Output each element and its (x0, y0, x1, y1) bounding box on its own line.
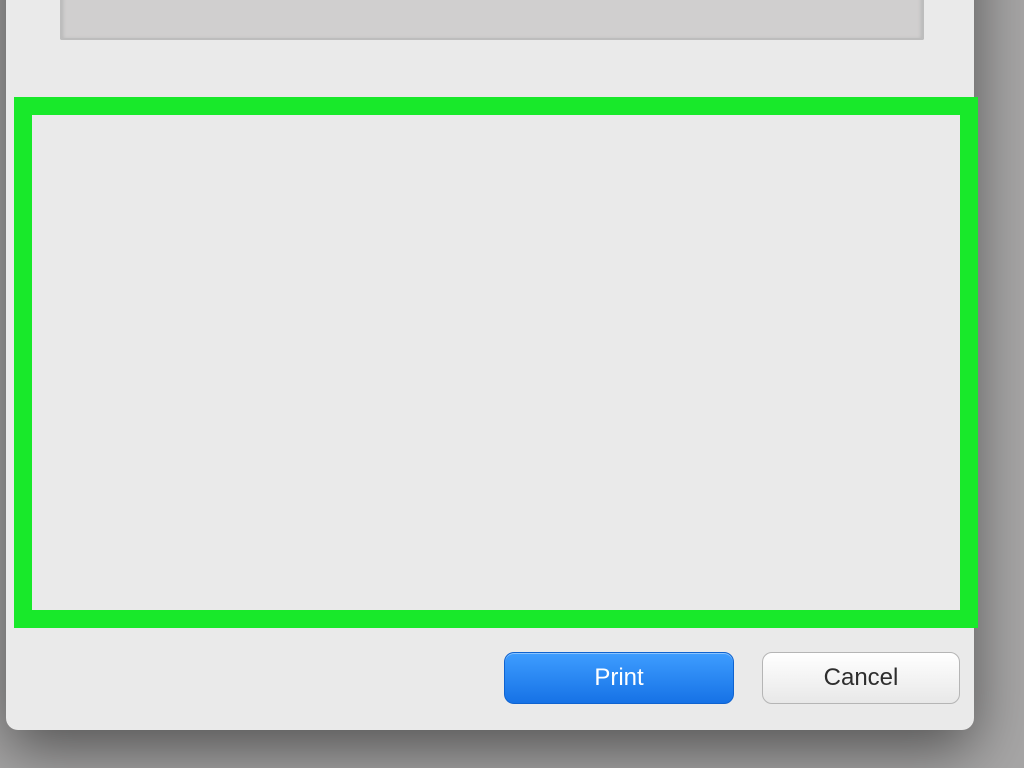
print-button[interactable]: Print (504, 652, 734, 704)
collate-stack-2: 1 2 3 (784, 301, 864, 359)
page-icon: 3 (828, 301, 858, 341)
section-divider (239, 186, 948, 187)
details-label: Details (108, 129, 175, 155)
print-dialog-window: Details Range and copies All pages Pages (6, 0, 974, 730)
section-divider (107, 478, 948, 479)
radio-icon (62, 355, 92, 385)
radio-icon (62, 227, 92, 257)
radio-selection: Selection (62, 341, 502, 399)
preview-well (60, 0, 924, 40)
print-options-form: Details Range and copies All pages Pages (32, 115, 960, 610)
copies-column: Number of copies ⌃ ⌄ Collate 1 2 3 (540, 213, 940, 359)
comments-combobox[interactable]: None (document only) ⌃⌄ (204, 507, 526, 551)
copies-stepper[interactable]: ⌃ ⌄ (842, 213, 866, 259)
updown-caret-icon: ⌃⌄ (507, 521, 517, 537)
page-icon: 3 (720, 301, 750, 341)
checkbox-icon (62, 421, 88, 447)
app-background: Details Range and copies All pages Pages (0, 0, 1024, 768)
section-heading-print: Print (48, 465, 948, 491)
radio-all-pages[interactable]: All pages (62, 213, 502, 271)
reverse-order-label: Print in reverse page order (108, 421, 368, 447)
vertical-divider (520, 211, 521, 456)
radio-icon (62, 291, 92, 321)
dialog-button-row: Print Cancel (32, 652, 964, 704)
reverse-order-row[interactable]: Print in reverse page order (62, 405, 502, 463)
collate-illustration: 1 2 3 1 2 3 (676, 301, 864, 359)
chevron-up-icon: ⌃ (849, 221, 859, 231)
range-radio-group: All pages Pages Selection Print in rever… (62, 213, 502, 463)
section-print-label: Print (48, 465, 93, 491)
chevron-down-icon: ⌄ (849, 241, 859, 251)
comments-selected: None (document only) (217, 516, 433, 542)
copies-row: Number of copies ⌃ ⌄ (540, 213, 940, 259)
comments-row: Comments None (document only) ⌃⌄ (74, 507, 526, 551)
disclosure-triangle-icon (72, 132, 88, 152)
collate-label: Collate (584, 317, 652, 343)
collate-stack-1: 1 2 3 (676, 301, 756, 359)
details-disclosure[interactable]: Details (72, 129, 175, 155)
section-range-label: Range and copies (48, 173, 225, 199)
radio-all-pages-label: All pages (112, 229, 203, 255)
copies-label: Number of copies (540, 223, 712, 249)
print-button-label: Print (594, 664, 643, 692)
section-heading-range: Range and copies (48, 173, 948, 199)
radio-selection-label: Selection (112, 357, 203, 383)
collate-row: Collate 1 2 3 1 2 3 (540, 301, 940, 359)
cancel-button-label: Cancel (824, 664, 899, 692)
checkbox-icon (540, 317, 566, 343)
radio-pages[interactable]: Pages (62, 277, 502, 335)
comments-label: Comments (74, 516, 180, 542)
copies-input[interactable] (742, 215, 812, 257)
cancel-button[interactable]: Cancel (762, 652, 960, 704)
pages-input[interactable] (194, 285, 476, 327)
radio-pages-label: Pages (112, 293, 174, 319)
